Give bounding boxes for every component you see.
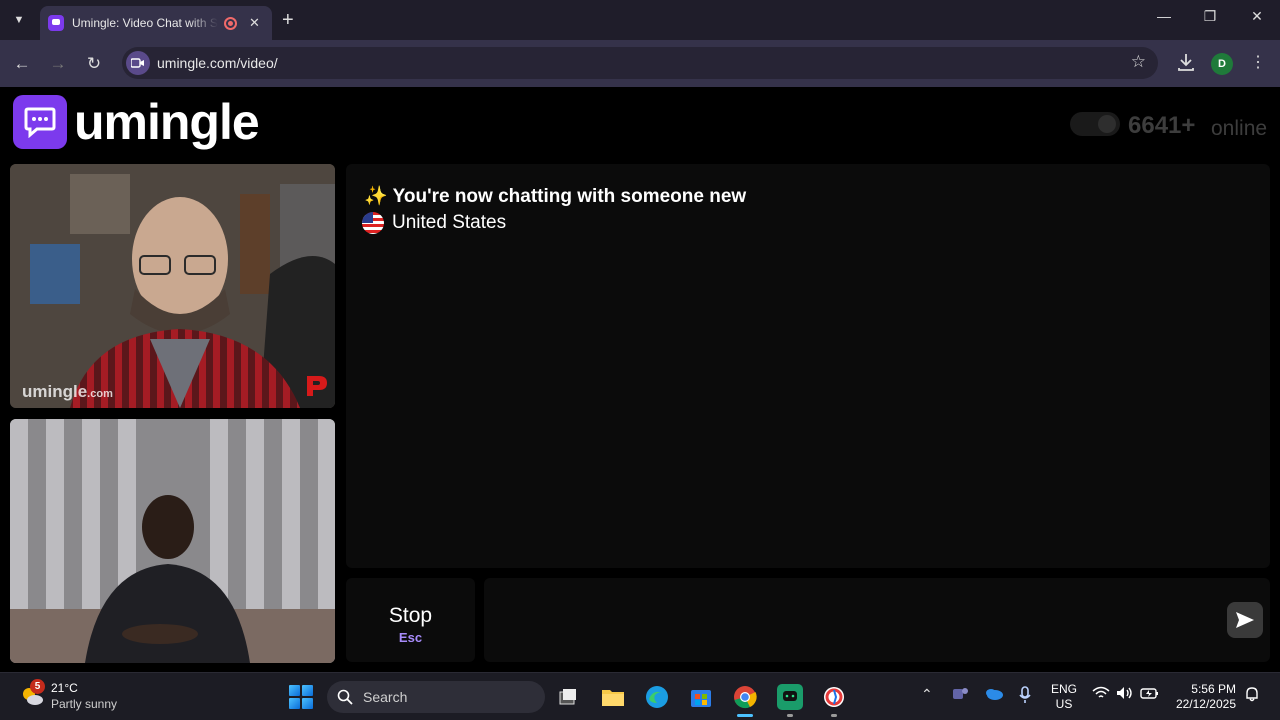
windows-taskbar: 5 21°C Partly sunny Search ⌃ ENG US 5:56…	[0, 672, 1280, 720]
forward-button[interactable]: →	[46, 52, 70, 76]
tab-title: Umingle: Video Chat with Strangers	[72, 16, 218, 30]
online-toggle[interactable]	[1070, 112, 1120, 136]
chat-panel: ✨ You're now chatting with someone new U…	[346, 164, 1270, 568]
address-bar[interactable]: umingle.com/video/ ☆	[122, 47, 1158, 79]
back-button[interactable]: ←	[10, 52, 34, 76]
send-icon	[1236, 612, 1254, 628]
stop-button[interactable]: Stop Esc	[346, 578, 475, 662]
local-video	[10, 419, 335, 663]
language-indicator[interactable]: ENG US	[1050, 682, 1078, 712]
onedrive-cloud-icon[interactable]	[984, 686, 1004, 703]
online-count: 6641+	[1128, 112, 1196, 139]
task-view-icon[interactable]	[555, 684, 581, 710]
volume-icon[interactable]	[1116, 686, 1134, 703]
chrome-active-indicator	[737, 714, 753, 717]
microsoft-store-icon[interactable]	[688, 684, 714, 710]
online-label: online	[1211, 117, 1268, 140]
logo-wordmark[interactable]: umingle	[74, 93, 260, 151]
watermark-text: umingle	[22, 382, 88, 401]
lang-code: ENG	[1050, 682, 1077, 696]
system-message: ✨ You're now chatting with someone new	[364, 186, 747, 207]
new-tab-button[interactable]: +	[282, 9, 294, 32]
file-explorer-icon[interactable]	[600, 684, 626, 710]
clock-date: 22/12/2025	[1175, 697, 1236, 711]
url-text: umingle.com/video/	[157, 55, 278, 71]
tray-overflow-chevron-icon[interactable]: ⌃	[921, 686, 933, 703]
chat-app-indicator	[787, 714, 793, 717]
search-placeholder: Search	[363, 689, 408, 705]
windows-start-icon[interactable]	[289, 685, 313, 709]
umingle-watermark: umingle.com	[22, 382, 113, 402]
vpn-app-indicator	[831, 714, 837, 717]
minimize-button[interactable]: —	[1149, 8, 1179, 24]
download-icon[interactable]	[1175, 51, 1197, 75]
battery-icon[interactable]	[1140, 686, 1160, 703]
remote-video-frame	[10, 164, 335, 408]
profile-avatar[interactable]: D	[1211, 53, 1233, 75]
clock-time: 5:56 PM	[1191, 682, 1236, 696]
remote-video: umingle.com	[10, 164, 335, 408]
send-button[interactable]	[1227, 602, 1263, 638]
vpn-app-icon[interactable]	[821, 684, 847, 710]
close-window-button[interactable]: ✕	[1242, 8, 1272, 25]
watermark-suffix: .com	[87, 388, 113, 400]
us-flag-icon	[362, 212, 384, 234]
bookmark-star-icon[interactable]: ☆	[1131, 52, 1146, 72]
weather-temperature[interactable]: 21°C	[51, 681, 78, 695]
edge-browser-icon[interactable]	[644, 684, 670, 710]
partner-logo-icon	[303, 374, 329, 398]
partner-country: United States	[362, 212, 506, 234]
browser-tab-bar: ▼ Umingle: Video Chat with Strangers ✕ +…	[0, 0, 1280, 40]
umingle-logo-icon[interactable]	[13, 95, 67, 149]
recording-icon	[224, 16, 237, 30]
message-input[interactable]	[484, 578, 1270, 662]
teams-icon[interactable]	[951, 686, 969, 705]
stop-label: Stop	[388, 604, 433, 627]
video-camera-icon[interactable]	[126, 51, 150, 75]
tab-search-button[interactable]: ▼	[6, 8, 32, 32]
weather-description[interactable]: Partly sunny	[51, 697, 117, 711]
menu-kebab-icon[interactable]: ⋮	[1250, 52, 1266, 72]
taskbar-clock[interactable]: 5:56 PM 22/12/2025	[1172, 682, 1236, 712]
browser-tab-active[interactable]: Umingle: Video Chat with Strangers ✕	[40, 6, 272, 40]
umingle-favicon	[48, 15, 64, 31]
local-video-frame	[10, 419, 335, 663]
stop-shortcut: Esc	[398, 630, 423, 645]
wifi-icon[interactable]	[1092, 686, 1110, 703]
partner-country-label: United States	[392, 212, 507, 233]
taskbar-search[interactable]: Search	[327, 681, 545, 713]
microphone-icon[interactable]	[1018, 686, 1032, 707]
chrome-icon[interactable]	[732, 684, 758, 710]
tab-close-icon[interactable]: ✕	[249, 15, 260, 31]
search-icon	[337, 689, 353, 705]
restore-button[interactable]: ❐	[1195, 8, 1225, 25]
weather-notification-badge: 5	[30, 679, 45, 694]
chat-app-icon[interactable]	[777, 684, 803, 710]
lang-region: US	[1055, 697, 1073, 711]
notification-bell-icon[interactable]	[1244, 686, 1260, 705]
browser-toolbar: ← → ↻ umingle.com/video/ ☆ D ⋮	[0, 40, 1280, 87]
reload-button[interactable]: ↻	[82, 52, 106, 76]
page-content: umingle 6641+ online umingle.com ✨ You'r…	[0, 87, 1280, 710]
